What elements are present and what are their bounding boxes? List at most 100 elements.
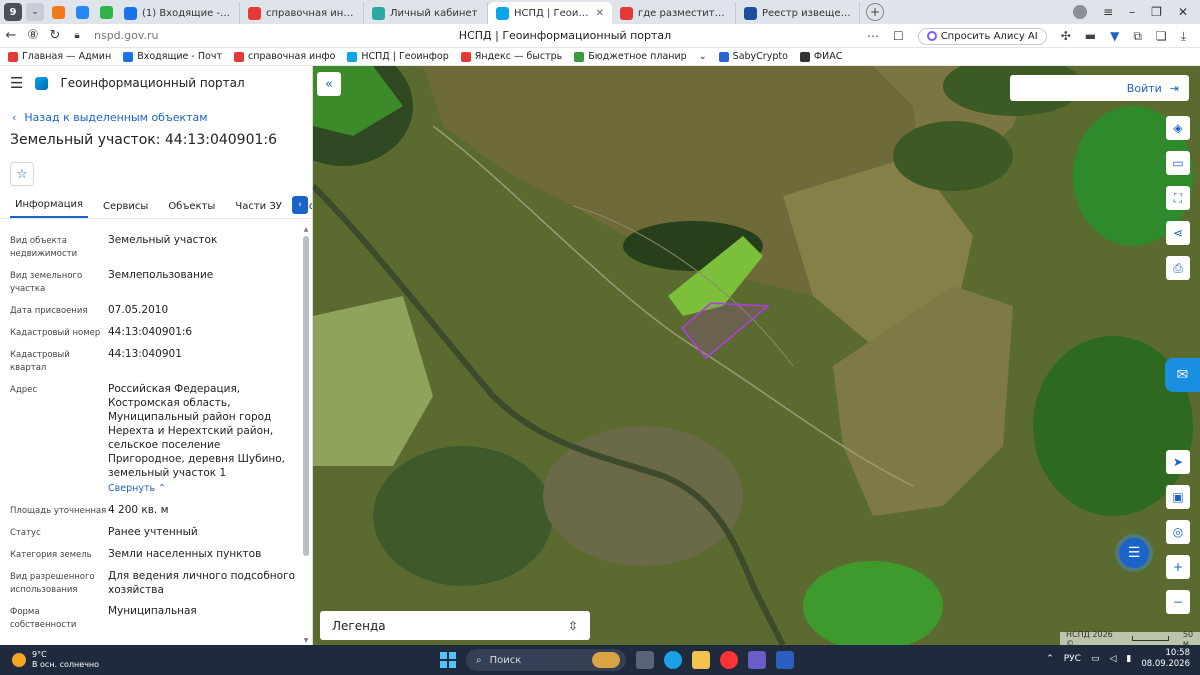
menu-icon[interactable]: ≡ [1103, 5, 1113, 19]
yandex-menu-button[interactable]: 9 [4, 3, 22, 21]
bookmark-icon[interactable]: ☐ [893, 29, 904, 43]
bookmark-item[interactable]: Входящие - Почт [123, 51, 222, 62]
edge-icon[interactable] [664, 651, 682, 669]
browser-tab[interactable]: где разместить информ [612, 2, 736, 24]
extensions-puzzle-icon[interactable]: ⧉ [1133, 29, 1142, 44]
maximize-icon[interactable]: ❐ [1151, 5, 1162, 19]
layers-button[interactable]: ◈ [1166, 116, 1190, 140]
battery-icon[interactable]: ▮ [1126, 654, 1131, 664]
pinned-tab-green[interactable] [96, 2, 116, 22]
legend-dropdown[interactable]: Легенда ⇳ [320, 611, 590, 640]
bookmark-label: SabyCrypto [732, 51, 788, 62]
close-tab-icon[interactable]: ✕ [596, 8, 604, 19]
assistant-tab-button[interactable]: ✉ [1165, 358, 1200, 392]
info-tab[interactable]: Сервисы [98, 201, 153, 218]
bookmarks-more-icon[interactable]: ⌄ [699, 51, 707, 62]
collections-icon[interactable]: ❏ [1156, 29, 1167, 43]
measure-button[interactable]: ▭ [1166, 151, 1190, 175]
weather-widget[interactable]: 9°C В осн. солнечно [0, 650, 180, 670]
bookmark-item[interactable]: Главная — Админ [8, 51, 111, 62]
panel-scrollbar[interactable]: ▲ ▼ [303, 226, 309, 644]
reload-icon[interactable]: ↻ [44, 28, 66, 43]
info-tab[interactable]: Информация [10, 199, 89, 218]
hamburger-menu-icon[interactable]: ☰ [10, 74, 23, 92]
alice-button[interactable]: Спросить Алису AI [917, 27, 1047, 45]
bookmark-label: справочная инфо [247, 51, 336, 62]
tab-title: где разместить информ [638, 7, 727, 19]
extension-icon-3[interactable]: ▼ [1110, 29, 1119, 43]
yandex-browser-icon[interactable] [720, 651, 738, 669]
chevron-up-icon: ⌃ [158, 483, 167, 494]
back-arrow-icon[interactable]: ← [0, 28, 22, 43]
clock[interactable]: 10:58 08.09.2026 [1141, 648, 1190, 670]
property-value-text: Ранее учтенный [108, 526, 198, 538]
share-button[interactable]: ⋖ [1166, 221, 1190, 245]
property-value: 44:13:040901:6 [108, 325, 298, 340]
satellite-map[interactable]: « Войти ⇥ ◈ ▭ ⛶ ⋖ ⎙ ✉ ➤ ▣ ◎ ☰ + − Легенд… [313, 66, 1200, 645]
tabs-list-button[interactable]: ⌄ [26, 3, 44, 21]
url-field[interactable]: nspd.gov.ru [94, 29, 414, 42]
volume-icon[interactable]: ◁ [1109, 654, 1116, 664]
tabs-scroll-right-icon[interactable]: › [292, 196, 308, 214]
minimize-icon[interactable]: – [1129, 5, 1135, 19]
collapse-link[interactable]: Свернуть ⌃ [108, 482, 298, 496]
info-tab[interactable]: Части ЗУ [230, 201, 287, 218]
expand-icon: ⇳ [567, 618, 578, 633]
my-location-button[interactable]: ➤ [1166, 450, 1190, 474]
network-icon[interactable]: ▭ [1091, 654, 1100, 664]
chat-button[interactable]: ☰ [1119, 538, 1149, 568]
property-label: Кадастровый квартал [10, 350, 70, 373]
pinned-tab-orange[interactable] [48, 2, 68, 22]
bookmark-item[interactable]: ФИАС [799, 51, 842, 62]
bookmark-item[interactable]: справочная инфо [233, 51, 336, 62]
scroll-thumb[interactable] [303, 236, 309, 556]
target-icon: ◎ [1172, 525, 1184, 539]
new-tab-button[interactable]: + [866, 3, 884, 21]
more-icon[interactable]: ⋯ [867, 29, 879, 43]
basemap-button[interactable]: ▣ [1166, 485, 1190, 509]
info-tab[interactable]: Объекты [163, 201, 220, 218]
app-title: Геоинформационный портал [60, 76, 245, 90]
browser-tab[interactable]: справочная информаци [240, 2, 364, 24]
alice-icon [926, 31, 937, 41]
teams-icon[interactable] [748, 651, 766, 669]
taskbar-search[interactable]: ⌕ Поиск [466, 649, 626, 671]
search-highlight-icon [592, 652, 620, 668]
browser-tab[interactable]: НСПД | Геоинформаци ✕ [488, 2, 612, 24]
tray-chevron-icon[interactable]: ⌃ [1046, 654, 1054, 664]
browser-tab[interactable]: Личный кабинет [364, 2, 488, 24]
scroll-down-icon[interactable]: ▼ [303, 637, 309, 644]
file-explorer-icon[interactable] [692, 651, 710, 669]
scroll-up-icon[interactable]: ▲ [303, 226, 309, 233]
zoom-out-button[interactable]: − [1166, 590, 1190, 614]
property-value-text: 44:13:040901:6 [108, 326, 193, 338]
select-area-button[interactable]: ⛶ [1166, 186, 1190, 210]
locate-button[interactable]: ◎ [1166, 520, 1190, 544]
bookmark-item[interactable]: НСПД | Геоинфор [347, 51, 449, 62]
property-label: Кадастровый номер [10, 328, 101, 338]
bookmark-item[interactable]: Яндекс — быстрь [460, 51, 562, 62]
extension-icon-1[interactable]: ✣ [1061, 29, 1071, 43]
close-window-icon[interactable]: ✕ [1178, 5, 1188, 19]
browser-tab[interactable]: (1) Входящие - Почта [116, 2, 240, 24]
extension-icon-2[interactable]: ▬ [1085, 29, 1096, 43]
browser-tab[interactable]: Реестр извещений [736, 2, 860, 24]
satellite-imagery [313, 66, 1200, 645]
pinned-tab-vk[interactable] [72, 2, 92, 22]
favorite-button[interactable]: ☆ [10, 162, 34, 186]
zoom-in-button[interactable]: + [1166, 555, 1190, 579]
bookmark-item[interactable]: SabyCrypto [718, 51, 788, 62]
back-to-selected-link[interactable]: ‹ Назад к выделенным объектам [0, 108, 312, 126]
profile-icon[interactable] [1073, 5, 1088, 19]
bookmark-item[interactable]: Бюджетное планир [574, 51, 687, 62]
yandex-id-icon[interactable]: ⑧ [22, 28, 44, 43]
collapse-panel-button[interactable]: « [317, 72, 341, 96]
windows-start-icon[interactable] [440, 652, 456, 668]
language-indicator[interactable]: РУС [1064, 654, 1081, 664]
downloads-icon[interactable]: ⤓ [1181, 29, 1186, 44]
property-row: Кадастровый квартал 44:13:040901 [0, 347, 303, 375]
login-button[interactable]: Войти ⇥ [1010, 75, 1189, 101]
print-button[interactable]: ⎙ [1166, 256, 1190, 280]
task-view-icon[interactable] [636, 651, 654, 669]
word-icon[interactable] [776, 651, 794, 669]
